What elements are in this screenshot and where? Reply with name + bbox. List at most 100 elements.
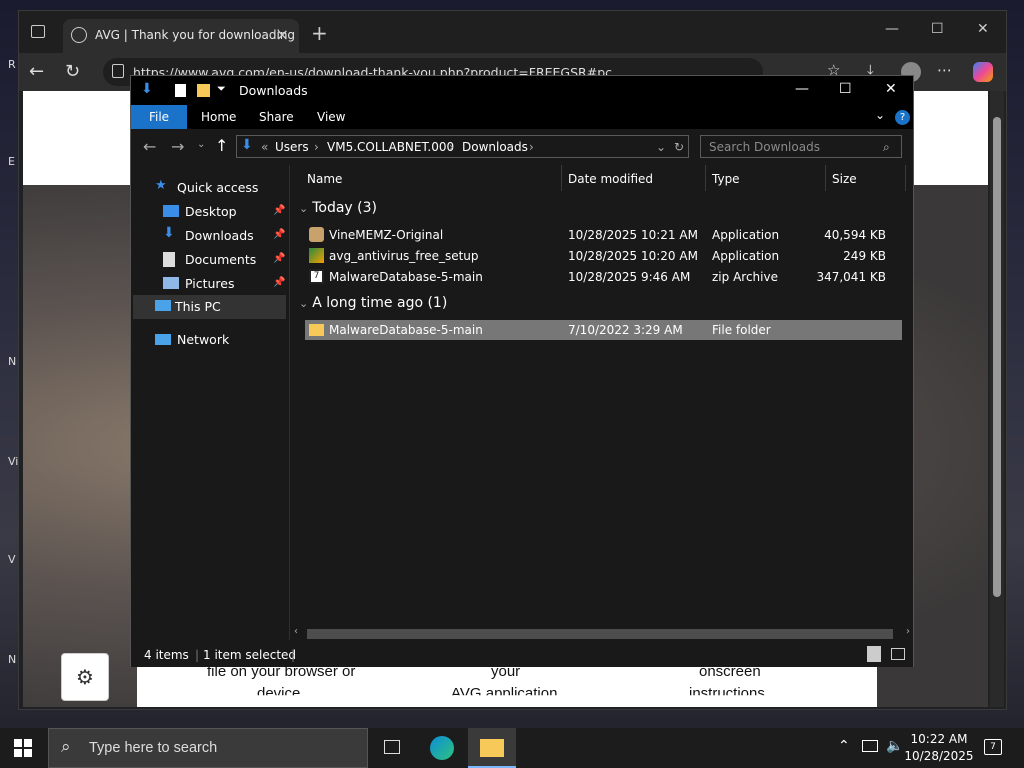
- chevron-down-icon[interactable]: ⌄: [656, 140, 666, 154]
- chevron-down-icon: ⌄: [299, 202, 309, 215]
- search-icon: ⌕: [61, 737, 71, 757]
- browser-tab-bar: AVG | Thank you for downloading × + — ☐ …: [19, 11, 1006, 53]
- group-label: A long time ago (1): [312, 295, 448, 311]
- refresh-icon[interactable]: ↻: [65, 61, 80, 82]
- group-header-long-ago[interactable]: ⌄ A long time ago (1): [299, 295, 447, 311]
- column-header-name[interactable]: Name: [307, 172, 342, 186]
- file-row[interactable]: 7 MalwareDatabase-5-main 10/28/2025 9:46…: [305, 267, 902, 287]
- nav-documents[interactable]: Documents: [163, 249, 289, 271]
- large-icons-view-icon[interactable]: [891, 648, 905, 660]
- refresh-icon[interactable]: ↻: [674, 140, 684, 154]
- file-row-selected[interactable]: MalwareDatabase-5-main 7/10/2022 3:29 AM…: [305, 320, 902, 340]
- pin-icon[interactable]: 📌: [273, 253, 285, 264]
- group-label: Today (3): [312, 200, 377, 216]
- browser-tab[interactable]: AVG | Thank you for downloading ×: [63, 19, 299, 53]
- chevron-down-icon[interactable]: ⌄: [875, 108, 885, 122]
- pin-icon[interactable]: 📌: [273, 277, 285, 288]
- edge-taskbar-button[interactable]: [418, 728, 466, 768]
- column-header-size[interactable]: Size: [832, 172, 857, 186]
- pin-icon[interactable]: 📌: [273, 229, 285, 240]
- address-row: ← → ⌄ ↑ ⬇ « Users › VM5.COLLABNET.000 › …: [131, 129, 913, 165]
- column-separator[interactable]: [905, 165, 906, 191]
- selection-count: 1 item selected: [203, 648, 297, 662]
- windows-start-icon[interactable]: [14, 739, 32, 757]
- nav-label: Documents: [185, 252, 257, 267]
- browser-scrollbar[interactable]: [990, 91, 1004, 707]
- tab-view[interactable]: View: [305, 105, 357, 129]
- clock[interactable]: 10:22 AM 10/28/2025: [904, 731, 974, 765]
- scrollbar-thumb[interactable]: [993, 117, 1001, 597]
- scroll-left-icon[interactable]: ‹: [294, 626, 298, 637]
- pictures-icon: [163, 277, 179, 289]
- file-row[interactable]: VineMEMZ-Original 10/28/2025 10:21 AM Ap…: [305, 225, 902, 245]
- close-icon[interactable]: ✕: [977, 21, 989, 37]
- recent-locations-icon[interactable]: ⌄: [197, 139, 205, 150]
- pin-icon[interactable]: 📌: [273, 205, 285, 216]
- close-tab-icon[interactable]: ×: [276, 25, 289, 44]
- up-icon[interactable]: ↑: [215, 136, 228, 155]
- breadcrumb-item[interactable]: VM5.COLLABNET.000: [327, 140, 454, 154]
- minimize-icon[interactable]: —: [885, 21, 899, 37]
- horizontal-scrollbar[interactable]: ‹ ›: [291, 626, 913, 641]
- notifications-icon[interactable]: 7: [984, 739, 1002, 755]
- copilot-icon[interactable]: [973, 62, 993, 82]
- tab-file[interactable]: File: [131, 105, 187, 129]
- task-view-button[interactable]: [368, 728, 416, 768]
- scroll-right-icon[interactable]: ›: [906, 626, 910, 637]
- scrollbar-thumb[interactable]: [307, 629, 893, 639]
- column-header-type[interactable]: Type: [712, 172, 740, 186]
- customize-toolbar-icon[interactable]: ⏷: [217, 82, 226, 96]
- column-separator[interactable]: [825, 165, 826, 191]
- file-explorer-taskbar-button[interactable]: [468, 728, 516, 768]
- network-icon: [155, 334, 171, 345]
- nav-network[interactable]: Network: [155, 329, 285, 351]
- address-bar[interactable]: ⬇ « Users › VM5.COLLABNET.000 › Download…: [236, 135, 689, 158]
- nav-desktop[interactable]: Desktop: [163, 201, 289, 223]
- nav-quick-access[interactable]: ★ Quick access: [155, 177, 285, 199]
- close-icon[interactable]: ✕: [885, 81, 897, 97]
- details-view-icon[interactable]: [867, 646, 881, 662]
- properties-icon[interactable]: [175, 84, 186, 97]
- maximize-icon[interactable]: ☐: [839, 81, 852, 97]
- group-header-today[interactable]: ⌄ Today (3): [299, 200, 377, 216]
- chevron-up-icon[interactable]: ⌃: [838, 738, 850, 754]
- task-view-icon: [384, 740, 400, 754]
- tab-home[interactable]: Home: [189, 105, 248, 129]
- taskbar-search-input[interactable]: ⌕ Type here to search: [48, 728, 368, 768]
- status-separator: |: [291, 648, 296, 662]
- breadcrumb-item[interactable]: Downloads: [462, 140, 528, 154]
- volume-muted-icon[interactable]: 🔈: [886, 738, 903, 754]
- new-folder-icon[interactable]: [197, 84, 210, 97]
- network-icon[interactable]: [862, 740, 878, 752]
- file-type: zip Archive: [712, 270, 778, 284]
- folder-icon: [480, 739, 504, 757]
- help-icon[interactable]: ?: [895, 110, 910, 125]
- cookie-settings-button[interactable]: ⚙: [61, 653, 109, 701]
- breadcrumb-separator: ›: [449, 140, 454, 154]
- nav-downloads[interactable]: ⬇ Downloads: [163, 225, 289, 247]
- minimize-icon[interactable]: —: [795, 81, 809, 97]
- breadcrumb-item[interactable]: Users: [275, 140, 309, 154]
- forward-icon[interactable]: →: [171, 137, 184, 156]
- star-icon: ★: [155, 178, 167, 193]
- file-row[interactable]: avg_antivirus_free_setup 10/28/2025 10:2…: [305, 246, 902, 266]
- nav-label: Pictures: [185, 276, 235, 291]
- nav-this-pc[interactable]: This PC: [133, 295, 286, 319]
- back-icon[interactable]: ←: [143, 137, 156, 156]
- nav-label: This PC: [175, 299, 221, 314]
- lock-icon: [112, 64, 124, 78]
- tab-actions-icon[interactable]: [31, 25, 45, 38]
- tab-share[interactable]: Share: [247, 105, 306, 129]
- nav-pictures[interactable]: Pictures: [163, 273, 289, 295]
- more-icon[interactable]: ⋯: [937, 61, 952, 79]
- new-tab-icon[interactable]: +: [311, 21, 328, 45]
- column-separator[interactable]: [705, 165, 706, 191]
- file-size: 249 KB: [843, 249, 886, 263]
- search-input[interactable]: Search Downloads ⌕: [700, 135, 902, 158]
- column-separator[interactable]: [561, 165, 562, 191]
- file-explorer-window: ⬇ ⏷ Downloads — ☐ ✕ File Home Share View…: [130, 75, 914, 667]
- back-icon[interactable]: ←: [29, 61, 44, 82]
- maximize-icon[interactable]: ☐: [931, 21, 944, 37]
- breadcrumb-overflow[interactable]: «: [261, 140, 268, 154]
- column-header-date[interactable]: Date modified: [568, 172, 653, 186]
